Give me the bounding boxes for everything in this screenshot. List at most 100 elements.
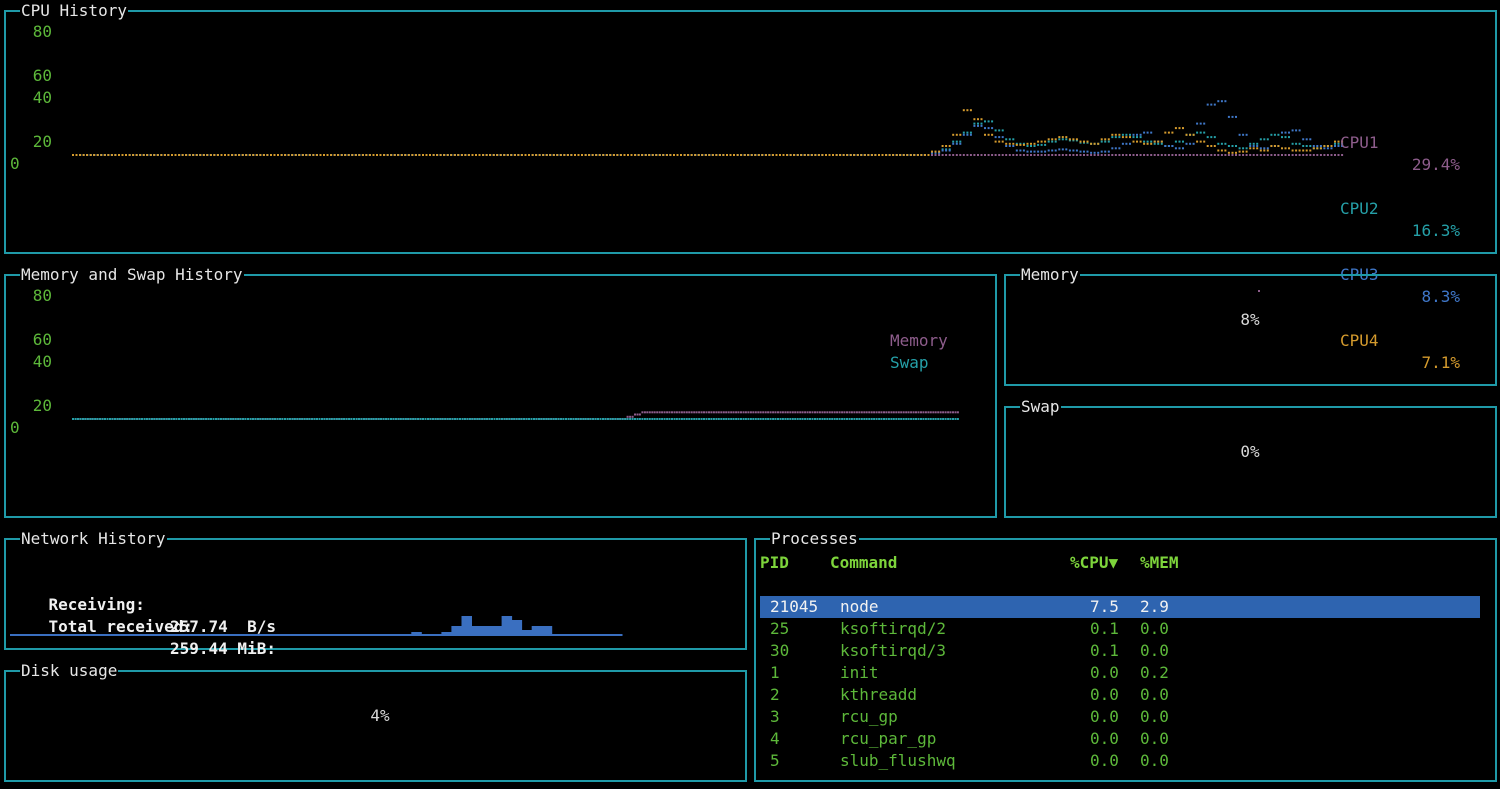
process-mem: 0.0 bbox=[1140, 619, 1169, 638]
data-point bbox=[1284, 136, 1287, 139]
data-point bbox=[1227, 115, 1230, 118]
data-point bbox=[1266, 154, 1269, 156]
data-point bbox=[762, 411, 765, 414]
data-point bbox=[453, 154, 456, 156]
data-point bbox=[1326, 145, 1329, 147]
column-header-pid[interactable]: PID bbox=[760, 552, 789, 574]
data-point bbox=[199, 154, 202, 156]
data-point bbox=[966, 109, 969, 112]
data-point bbox=[379, 154, 382, 156]
data-point bbox=[853, 154, 856, 156]
data-point bbox=[1196, 154, 1199, 156]
data-point bbox=[757, 418, 760, 420]
process-row[interactable]: 25 ksoftirqd/2 0.1 0.0 bbox=[760, 618, 1480, 640]
data-point bbox=[1263, 154, 1266, 156]
data-point bbox=[222, 418, 225, 420]
data-point bbox=[274, 418, 277, 420]
data-point bbox=[913, 154, 916, 156]
data-point bbox=[1323, 145, 1326, 147]
data-point bbox=[1252, 142, 1255, 145]
data-point bbox=[1224, 154, 1227, 156]
process-row[interactable]: 1 init 0.0 0.2 bbox=[760, 662, 1480, 684]
data-point bbox=[895, 411, 898, 414]
data-point bbox=[1302, 149, 1305, 152]
data-point bbox=[303, 418, 306, 420]
network-bar bbox=[491, 626, 503, 636]
data-point bbox=[337, 154, 340, 156]
data-point bbox=[581, 154, 583, 156]
data-point bbox=[525, 418, 528, 420]
data-point bbox=[759, 418, 762, 420]
data-point bbox=[365, 418, 368, 420]
data-point bbox=[75, 154, 78, 156]
data-point bbox=[727, 411, 730, 414]
data-point bbox=[641, 411, 644, 414]
data-point bbox=[883, 418, 885, 420]
data-point bbox=[550, 418, 553, 420]
data-point bbox=[386, 154, 389, 156]
data-point bbox=[945, 145, 948, 147]
data-point bbox=[1256, 154, 1259, 156]
data-point bbox=[680, 418, 683, 420]
data-point bbox=[1030, 145, 1032, 147]
data-point bbox=[466, 418, 469, 420]
network-bar bbox=[612, 634, 623, 636]
data-point bbox=[1312, 154, 1315, 156]
data-point bbox=[569, 418, 572, 420]
data-point bbox=[284, 418, 286, 420]
data-point bbox=[631, 418, 634, 420]
data-point bbox=[644, 154, 647, 156]
data-point bbox=[646, 418, 649, 420]
data-point bbox=[806, 411, 809, 414]
column-header-cpu[interactable]: %CPU▼ bbox=[1070, 552, 1118, 574]
data-point bbox=[651, 418, 654, 420]
data-point bbox=[653, 411, 656, 414]
data-point bbox=[1153, 154, 1156, 156]
data-point bbox=[355, 418, 358, 420]
data-point bbox=[72, 154, 74, 156]
data-point bbox=[1291, 154, 1294, 156]
data-point bbox=[549, 154, 552, 156]
data-point bbox=[648, 154, 651, 156]
data-point bbox=[237, 418, 240, 420]
series-cpu4 bbox=[72, 109, 1344, 156]
data-point bbox=[1334, 154, 1336, 156]
process-row[interactable]: 2 kthreadd 0.0 0.0 bbox=[760, 684, 1480, 706]
data-point bbox=[831, 411, 834, 414]
data-point bbox=[168, 418, 171, 420]
data-point bbox=[742, 411, 745, 414]
data-point bbox=[247, 418, 249, 420]
data-point bbox=[96, 418, 99, 420]
data-point bbox=[775, 154, 778, 156]
process-row[interactable]: 5 slub_flushwq 0.0 0.0 bbox=[760, 750, 1480, 772]
data-point bbox=[234, 418, 237, 420]
data-point bbox=[227, 418, 230, 420]
data-point bbox=[698, 418, 701, 420]
data-point bbox=[1083, 154, 1085, 156]
process-row[interactable]: 21045 node 7.5 2.9 bbox=[760, 596, 1480, 618]
data-point bbox=[449, 418, 452, 420]
data-point bbox=[418, 154, 421, 156]
data-point bbox=[202, 154, 205, 156]
data-point bbox=[671, 411, 673, 414]
data-point bbox=[1129, 133, 1131, 136]
data-point bbox=[1281, 131, 1283, 134]
data-point bbox=[306, 418, 309, 420]
data-point bbox=[1326, 154, 1329, 156]
data-point bbox=[939, 418, 942, 420]
data-point bbox=[637, 154, 640, 156]
process-row[interactable]: 4 rcu_par_gp 0.0 0.0 bbox=[760, 728, 1480, 750]
process-command: kthreadd bbox=[840, 685, 918, 704]
data-point bbox=[616, 418, 619, 420]
column-header-mem[interactable]: %MEM bbox=[1140, 552, 1179, 574]
process-row[interactable]: 3 rcu_gp 0.0 0.0 bbox=[760, 706, 1480, 728]
data-point bbox=[612, 154, 615, 156]
data-point bbox=[920, 418, 922, 420]
data-point bbox=[286, 418, 289, 420]
data-point bbox=[209, 154, 212, 156]
data-point bbox=[708, 411, 710, 414]
column-header-command[interactable]: Command bbox=[830, 552, 897, 574]
data-point bbox=[722, 154, 725, 156]
process-row[interactable]: 30 ksoftirqd/3 0.1 0.0 bbox=[760, 640, 1480, 662]
data-point bbox=[1012, 145, 1015, 147]
